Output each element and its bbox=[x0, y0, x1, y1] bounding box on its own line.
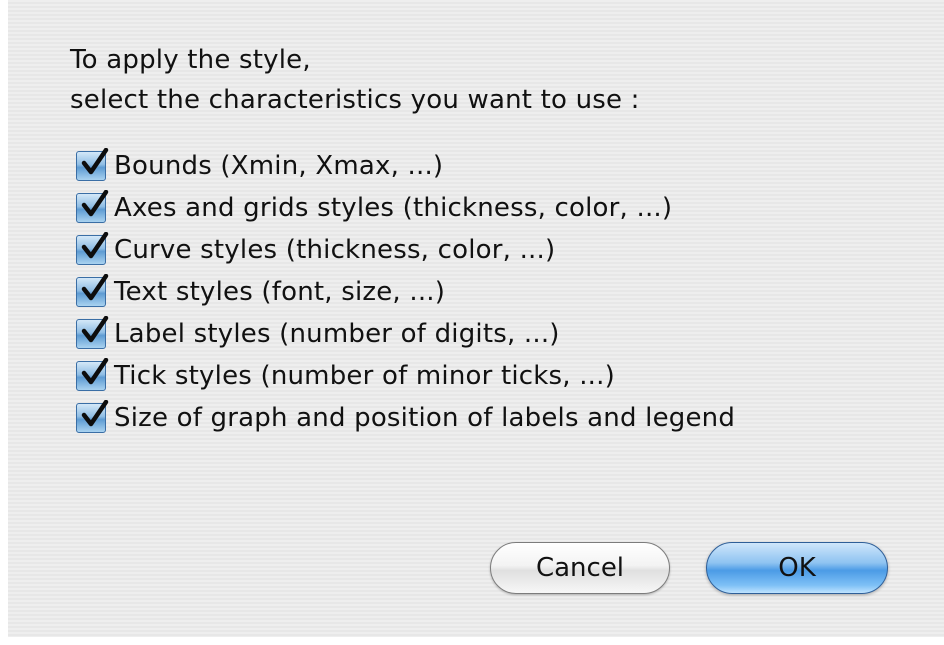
option-text-styles[interactable]: Text styles (font, size, ...) bbox=[76, 271, 735, 313]
text-styles-label: Text styles (font, size, ...) bbox=[114, 277, 446, 307]
text-styles-checkbox[interactable] bbox=[76, 274, 109, 307]
axes-grids-styles-checkbox[interactable] bbox=[76, 190, 109, 223]
instructions-line-2: select the characteristics you want to u… bbox=[70, 85, 640, 115]
label-styles-checkbox[interactable] bbox=[76, 316, 109, 349]
check-icon bbox=[81, 190, 109, 217]
option-axes-grids-styles[interactable]: Axes and grids styles (thickness, color,… bbox=[76, 187, 735, 229]
tick-styles-label: Tick styles (number of minor ticks, ...) bbox=[114, 361, 615, 391]
bounds-label: Bounds (Xmin, Xmax, ...) bbox=[114, 151, 444, 181]
bounds-checkbox[interactable] bbox=[76, 148, 109, 181]
option-label-styles[interactable]: Label styles (number of digits, ...) bbox=[76, 313, 735, 355]
check-icon bbox=[81, 232, 109, 259]
instructions-text: To apply the style, select the character… bbox=[70, 40, 640, 120]
label-styles-label: Label styles (number of digits, ...) bbox=[114, 319, 560, 349]
check-icon bbox=[81, 316, 109, 343]
option-tick-styles[interactable]: Tick styles (number of minor ticks, ...) bbox=[76, 355, 735, 397]
check-icon bbox=[81, 274, 109, 301]
graph-size-position-label: Size of graph and position of labels and… bbox=[114, 403, 736, 433]
curve-styles-label: Curve styles (thickness, color, ...) bbox=[114, 235, 556, 265]
check-icon bbox=[81, 148, 109, 175]
ok-button[interactable]: OK bbox=[706, 542, 888, 594]
option-bounds[interactable]: Bounds (Xmin, Xmax, ...) bbox=[76, 145, 735, 187]
check-icon bbox=[81, 358, 109, 385]
axes-grids-styles-label: Axes and grids styles (thickness, color,… bbox=[114, 193, 673, 223]
option-graph-size-position[interactable]: Size of graph and position of labels and… bbox=[76, 397, 735, 439]
options-list: Bounds (Xmin, Xmax, ...) Axes and grids … bbox=[76, 145, 735, 439]
graph-size-position-checkbox[interactable] bbox=[76, 400, 109, 433]
style-dialog: To apply the style, select the character… bbox=[8, 0, 944, 637]
tick-styles-checkbox[interactable] bbox=[76, 358, 109, 391]
instructions-line-1: To apply the style, bbox=[70, 45, 311, 75]
option-curve-styles[interactable]: Curve styles (thickness, color, ...) bbox=[76, 229, 735, 271]
curve-styles-checkbox[interactable] bbox=[76, 232, 109, 265]
check-icon bbox=[81, 400, 109, 427]
cancel-button[interactable]: Cancel bbox=[490, 542, 670, 594]
